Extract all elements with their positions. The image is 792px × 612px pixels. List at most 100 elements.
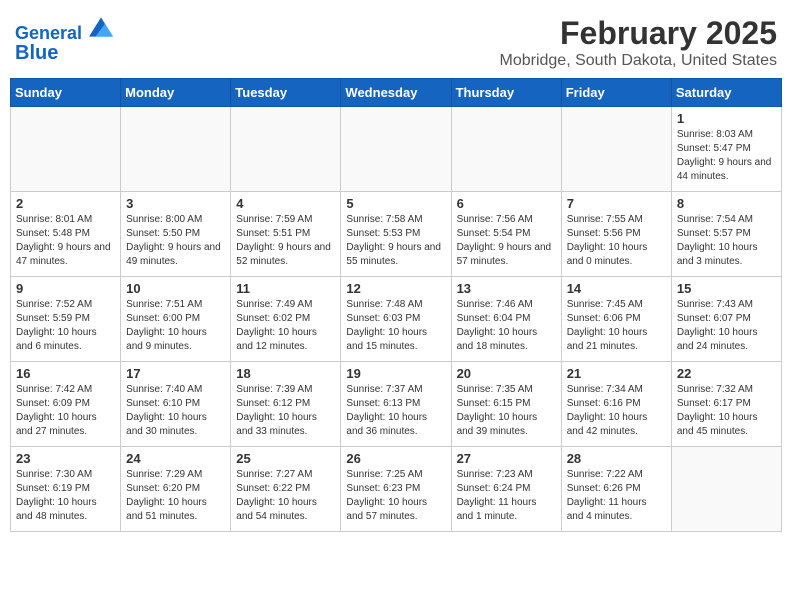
day-info: Sunrise: 7:29 AM Sunset: 6:20 PM Dayligh… [126, 468, 225, 524]
calendar-cell [341, 107, 451, 192]
calendar-cell: 13 Sunrise: 7:46 AM Sunset: 6:04 PM Dayli… [451, 277, 561, 362]
day-number: 25 [236, 451, 335, 466]
week-row-5: 23 Sunrise: 7:30 AM Sunset: 6:19 PM Dayli… [11, 447, 782, 532]
day-info: Sunrise: 7:30 AM Sunset: 6:19 PM Dayligh… [16, 468, 115, 524]
col-header-monday: Monday [121, 79, 231, 107]
col-header-sunday: Sunday [11, 79, 121, 107]
col-header-friday: Friday [561, 79, 671, 107]
day-number: 16 [16, 366, 115, 381]
day-number: 6 [457, 196, 556, 211]
week-row-2: 2Sunrise: 8:01 AM Sunset: 5:48 PM Daylig… [11, 192, 782, 277]
day-number: 27 [457, 451, 556, 466]
calendar-cell: 4 Sunrise: 7:59 AM Sunset: 5:51 PM Daylig… [231, 192, 341, 277]
day-number: 8 [677, 196, 776, 211]
col-header-thursday: Thursday [451, 79, 561, 107]
day-info: Sunrise: 7:22 AM Sunset: 6:26 PM Dayligh… [567, 468, 666, 524]
calendar-header-row: SundayMondayTuesdayWednesdayThursdayFrid… [11, 79, 782, 107]
calendar-cell: 8 Sunrise: 7:54 AM Sunset: 5:57 PM Daylig… [671, 192, 781, 277]
day-number: 1 [677, 111, 776, 126]
calendar-cell: 9 Sunrise: 7:52 AM Sunset: 5:59 PM Daylig… [11, 277, 121, 362]
day-number: 3 [126, 196, 225, 211]
calendar-cell: 12 Sunrise: 7:48 AM Sunset: 6:03 PM Dayli… [341, 277, 451, 362]
calendar-cell: 3 Sunrise: 8:00 AM Sunset: 5:50 PM Daylig… [121, 192, 231, 277]
day-number: 2 [16, 196, 115, 211]
day-number: 19 [346, 366, 445, 381]
header: General Blue February 2025 Mobridge, Sou… [10, 10, 782, 70]
day-number: 20 [457, 366, 556, 381]
day-number: 13 [457, 281, 556, 296]
day-number: 21 [567, 366, 666, 381]
day-number: 7 [567, 196, 666, 211]
day-number: 26 [346, 451, 445, 466]
calendar-cell: 28 Sunrise: 7:22 AM Sunset: 6:26 PM Dayli… [561, 447, 671, 532]
calendar-cell: 23 Sunrise: 7:30 AM Sunset: 6:19 PM Dayli… [11, 447, 121, 532]
day-info: Sunrise: 7:45 AM Sunset: 6:06 PM Dayligh… [567, 298, 666, 354]
location-title: Mobridge, South Dakota, United States [500, 52, 778, 70]
calendar-cell: 26 Sunrise: 7:25 AM Sunset: 6:23 PM Dayli… [341, 447, 451, 532]
day-info: Sunrise: 7:49 AM Sunset: 6:02 PM Dayligh… [236, 298, 335, 354]
calendar-cell: 25 Sunrise: 7:27 AM Sunset: 6:22 PM Dayli… [231, 447, 341, 532]
day-info: Sunrise: 7:32 AM Sunset: 6:17 PM Dayligh… [677, 383, 776, 439]
calendar-cell: 11 Sunrise: 7:49 AM Sunset: 6:02 PM Dayli… [231, 277, 341, 362]
day-number: 14 [567, 281, 666, 296]
day-number: 23 [16, 451, 115, 466]
calendar-cell [121, 107, 231, 192]
week-row-4: 16 Sunrise: 7:42 AM Sunset: 6:09 PM Dayli… [11, 362, 782, 447]
week-row-3: 9 Sunrise: 7:52 AM Sunset: 5:59 PM Daylig… [11, 277, 782, 362]
logo: General Blue [15, 15, 113, 65]
calendar-cell [231, 107, 341, 192]
calendar-cell: 17 Sunrise: 7:40 AM Sunset: 6:10 PM Dayli… [121, 362, 231, 447]
calendar-cell: 10Sunrise: 7:51 AM Sunset: 6:00 PM Dayli… [121, 277, 231, 362]
calendar-cell: 16 Sunrise: 7:42 AM Sunset: 6:09 PM Dayli… [11, 362, 121, 447]
day-number: 5 [346, 196, 445, 211]
day-info: Sunrise: 7:48 AM Sunset: 6:03 PM Dayligh… [346, 298, 445, 354]
day-info: Sunrise: 7:39 AM Sunset: 6:12 PM Dayligh… [236, 383, 335, 439]
day-info: Sunrise: 7:46 AM Sunset: 6:04 PM Dayligh… [457, 298, 556, 354]
day-info: Sunrise: 7:56 AM Sunset: 5:54 PM Dayligh… [457, 213, 556, 269]
day-number: 10 [126, 281, 225, 296]
col-header-saturday: Saturday [671, 79, 781, 107]
day-number: 9 [16, 281, 115, 296]
day-number: 12 [346, 281, 445, 296]
calendar-cell: 2Sunrise: 8:01 AM Sunset: 5:48 PM Daylig… [11, 192, 121, 277]
day-info: Sunrise: 7:34 AM Sunset: 6:16 PM Dayligh… [567, 383, 666, 439]
logo-icon [89, 15, 113, 39]
day-number: 4 [236, 196, 335, 211]
week-row-1: 1Sunrise: 8:03 AM Sunset: 5:47 PM Daylig… [11, 107, 782, 192]
day-number: 24 [126, 451, 225, 466]
page-container: General Blue February 2025 Mobridge, Sou… [10, 10, 782, 532]
calendar-cell [671, 447, 781, 532]
calendar-cell: 1Sunrise: 8:03 AM Sunset: 5:47 PM Daylig… [671, 107, 781, 192]
day-info: Sunrise: 7:54 AM Sunset: 5:57 PM Dayligh… [677, 213, 776, 269]
day-info: Sunrise: 7:23 AM Sunset: 6:24 PM Dayligh… [457, 468, 556, 524]
calendar-cell: 7 Sunrise: 7:55 AM Sunset: 5:56 PM Daylig… [561, 192, 671, 277]
month-title: February 2025 [500, 15, 778, 52]
calendar-cell: 14 Sunrise: 7:45 AM Sunset: 6:06 PM Dayli… [561, 277, 671, 362]
day-info: Sunrise: 7:59 AM Sunset: 5:51 PM Dayligh… [236, 213, 335, 269]
day-info: Sunrise: 7:25 AM Sunset: 6:23 PM Dayligh… [346, 468, 445, 524]
calendar-cell [11, 107, 121, 192]
day-number: 15 [677, 281, 776, 296]
calendar-cell: 21 Sunrise: 7:34 AM Sunset: 6:16 PM Dayli… [561, 362, 671, 447]
day-number: 18 [236, 366, 335, 381]
calendar-cell: 20 Sunrise: 7:35 AM Sunset: 6:15 PM Dayli… [451, 362, 561, 447]
day-info: Sunrise: 7:42 AM Sunset: 6:09 PM Dayligh… [16, 383, 115, 439]
day-number: 28 [567, 451, 666, 466]
calendar-cell [561, 107, 671, 192]
day-info: Sunrise: 7:27 AM Sunset: 6:22 PM Dayligh… [236, 468, 335, 524]
day-number: 11 [236, 281, 335, 296]
calendar-cell: 27 Sunrise: 7:23 AM Sunset: 6:24 PM Dayli… [451, 447, 561, 532]
day-info: Sunrise: 8:00 AM Sunset: 5:50 PM Dayligh… [126, 213, 225, 269]
day-info: Sunrise: 7:43 AM Sunset: 6:07 PM Dayligh… [677, 298, 776, 354]
calendar-cell: 5Sunrise: 7:58 AM Sunset: 5:53 PM Daylig… [341, 192, 451, 277]
col-header-tuesday: Tuesday [231, 79, 341, 107]
calendar-cell: 19 Sunrise: 7:37 AM Sunset: 6:13 PM Dayli… [341, 362, 451, 447]
day-number: 17 [126, 366, 225, 381]
calendar-table: SundayMondayTuesdayWednesdayThursdayFrid… [10, 78, 782, 532]
day-info: Sunrise: 7:40 AM Sunset: 6:10 PM Dayligh… [126, 383, 225, 439]
day-info: Sunrise: 7:35 AM Sunset: 6:15 PM Dayligh… [457, 383, 556, 439]
calendar-cell [451, 107, 561, 192]
day-info: Sunrise: 7:37 AM Sunset: 6:13 PM Dayligh… [346, 383, 445, 439]
day-info: Sunrise: 7:55 AM Sunset: 5:56 PM Dayligh… [567, 213, 666, 269]
day-info: Sunrise: 7:52 AM Sunset: 5:59 PM Dayligh… [16, 298, 115, 354]
